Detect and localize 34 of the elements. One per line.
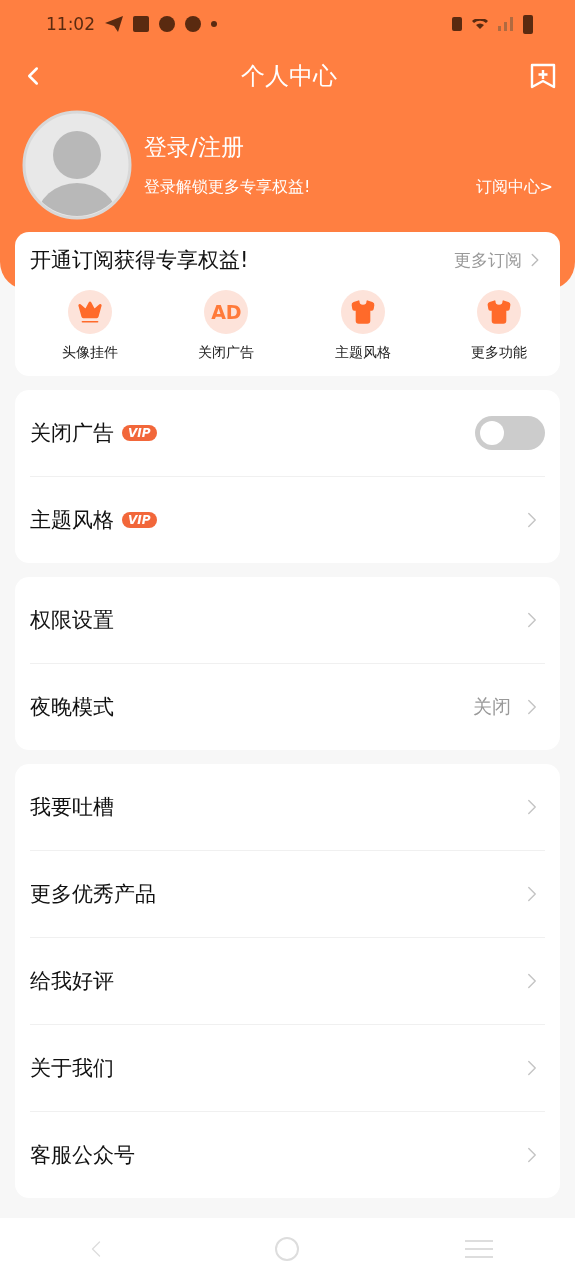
status-time: 11:02 [46,14,95,34]
signal-icon [498,17,513,31]
feature-button[interactable]: 主题风格 [287,290,424,362]
setting-label[interactable]: 关于我们 [30,1054,114,1082]
setting-label[interactable]: 权限设置 [30,606,114,634]
login-hint: 登录解锁更多专享权益! [144,177,311,198]
page-title: 个人中心 [240,61,337,92]
ad-icon: AD [204,290,249,334]
crown-icon [68,290,113,334]
feature-button[interactable]: AD 关闭广告 [151,290,288,362]
subscription-title: 开通订阅获得专享权益! [30,247,249,274]
shirt-icon [476,290,521,334]
vip-badge: VIP [122,425,157,441]
setting-label[interactable]: 客服公众号 [30,1141,135,1169]
vip-badge: VIP [122,512,157,528]
dot-icon [211,21,217,27]
feature-button[interactable]: 更多功能 [423,290,560,362]
setting-label[interactable]: 夜晚模式 [30,693,114,721]
setting-label[interactable]: 更多优秀产品 [30,880,156,908]
send-icon [105,16,123,32]
setting-label[interactable]: 给我好评 [30,967,114,995]
toggle-switch[interactable] [475,416,545,450]
setting-label[interactable]: 我要吐槽 [30,793,114,821]
setting-label[interactable]: 关闭广告 [30,419,114,447]
nav-menu-icon[interactable] [464,1239,493,1259]
wifi-icon [472,19,488,29]
vibrate-icon [452,17,462,31]
feature-button[interactable]: 头像挂件 [15,290,152,362]
shirt-icon [340,290,385,334]
add-bookmark-icon[interactable] [529,62,557,90]
nav-home-icon[interactable] [274,1236,301,1262]
setting-value: 关闭 [473,694,511,719]
battery-icon [523,14,533,34]
setting-label[interactable]: 主题风格 [30,506,114,534]
